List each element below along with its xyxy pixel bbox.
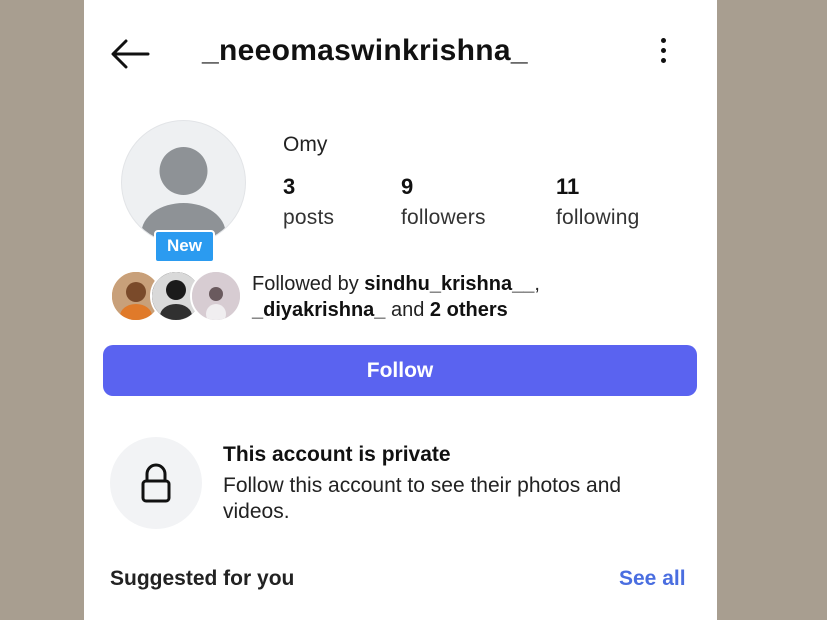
private-account-title: This account is private [223,443,451,466]
followers-count: 9 [401,174,414,199]
posts-label: posts [283,206,335,229]
display-name: Omy [283,133,328,156]
stat-following[interactable]: 11 following [556,174,640,230]
profile-username: _neeomaswinkrishna_ [202,34,528,67]
followed-by-others[interactable]: 2 others [430,299,508,321]
suggested-for-you-heading: Suggested for you [110,567,295,590]
follow-button[interactable]: Follow [103,345,697,396]
followed-by-user[interactable]: _diyakrishna_ [252,299,385,321]
more-options-icon[interactable] [656,38,670,68]
private-lock-badge [110,437,202,529]
avatar[interactable] [121,120,246,245]
followed-by-user[interactable]: sindhu_krishna__ [364,273,534,295]
mutual-avatar [190,270,242,322]
followed-by-and: and [390,299,425,321]
following-label: following [556,206,640,229]
default-avatar-icon [141,147,226,244]
back-arrow-icon[interactable] [110,36,150,72]
new-badge: New [154,230,215,263]
following-count: 11 [556,174,580,199]
stat-posts[interactable]: 3 posts [283,174,334,230]
followers-label: followers [401,206,486,229]
followed-by-separator: , [534,273,540,295]
private-account-subtitle: Follow this account to see their photos … [223,474,622,523]
top-bar: _neeomaswinkrishna_ [84,18,717,88]
see-all-link[interactable]: See all [619,567,686,591]
stat-followers[interactable]: 9 followers [401,174,486,230]
posts-count: 3 [283,174,296,199]
followed-by-text[interactable]: Followed by sindhu_krishna__, _diyakrish… [252,271,632,323]
profile-screen: _neeomaswinkrishna_ New Omy 3 posts 9 fo… [84,0,717,620]
lock-icon [141,463,171,503]
mutual-followers-avatars[interactable] [110,270,242,324]
followed-by-prefix: Followed by [252,273,359,295]
